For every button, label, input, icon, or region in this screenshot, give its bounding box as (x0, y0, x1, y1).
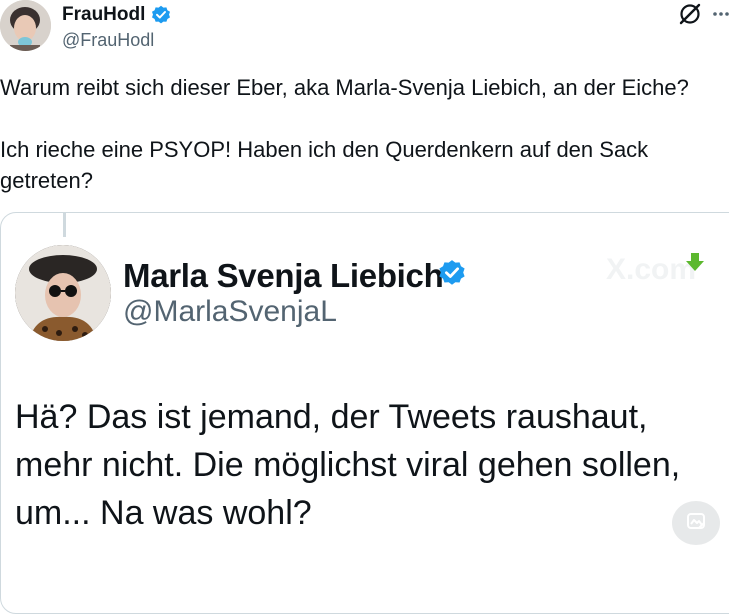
image-action-icon (685, 510, 707, 537)
author-avatar[interactable] (0, 0, 51, 51)
quoted-text-line-3: um... Na was wohl? (15, 494, 312, 532)
quoted-display-name: Marla Svenja Liebich (123, 257, 444, 294)
grok-icon[interactable] (678, 2, 702, 26)
quoted-text-line-1: Hä? Das ist jemand, der Tweets raushaut, (15, 398, 648, 436)
embedded-image-card[interactable]: Marla Svenja Liebich @MarlaSvenjaL X.com… (0, 212, 729, 614)
more-icon[interactable] (711, 4, 729, 24)
quoted-author-avatar (15, 245, 111, 341)
tweet-text-line-1: Warum reibt sich dieser Eber, aka Marla-… (0, 75, 689, 100)
author-display-name[interactable]: FrauHodl (62, 4, 145, 26)
verified-badge-icon (151, 5, 171, 25)
author-handle[interactable]: @FrauHodl (62, 30, 154, 51)
image-action-button[interactable] (672, 501, 720, 545)
quoted-text-line-2: mehr nicht. Die möglichst viral gehen so… (15, 446, 681, 484)
tweet-text-line-2: Ich rieche eine PSYOP! Haben ich den Que… (0, 137, 649, 162)
quoted-handle: @MarlaSvenjaL (123, 295, 337, 328)
watermark-text: X.com (606, 253, 697, 286)
quoted-verified-badge-icon (438, 259, 466, 287)
thread-connector-line (63, 213, 66, 237)
download-arrow-icon[interactable] (684, 251, 706, 273)
tweet-text-line-3: getreten? (0, 168, 93, 193)
